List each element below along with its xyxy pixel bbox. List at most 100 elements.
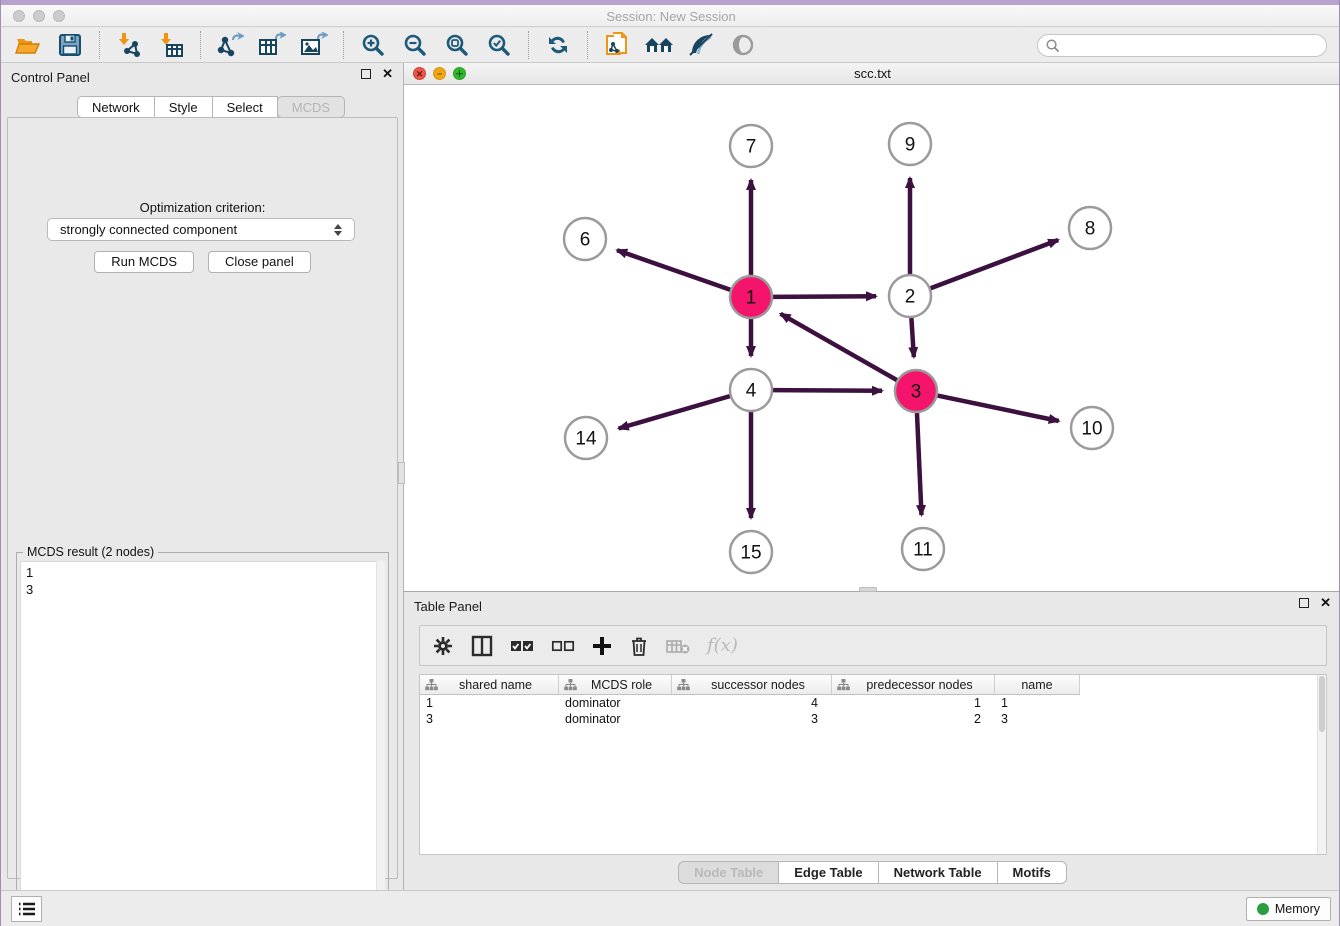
edge-4-3[interactable]: [773, 390, 882, 391]
cell-successor-nodes[interactable]: 4: [672, 695, 832, 711]
close-panel-icon[interactable]: ✕: [382, 69, 393, 79]
graph-node-8[interactable]: 8: [1069, 207, 1111, 249]
cell-name[interactable]: 3: [995, 711, 1080, 727]
mcds-result-group: MCDS result (2 nodes) 1 3: [16, 552, 389, 926]
table-scrollbar[interactable]: [1317, 675, 1326, 854]
deselect-all-icon[interactable]: [551, 638, 575, 654]
table-row[interactable]: 1dominator411: [420, 695, 1326, 711]
graph-node-10[interactable]: 10: [1071, 407, 1113, 449]
cell-predecessor-nodes[interactable]: 1: [832, 695, 995, 711]
edge-2-3[interactable]: [911, 318, 913, 357]
mcds-tab-content: Optimization criterion: strongly connect…: [7, 117, 398, 879]
app-title: Session: New Session: [1, 9, 1340, 24]
cell-shared-name[interactable]: 1: [420, 695, 559, 711]
column-header-name[interactable]: name: [995, 675, 1080, 695]
import-network-button[interactable]: [112, 30, 146, 60]
edge-1-2[interactable]: [773, 296, 876, 297]
graph-node-7[interactable]: 7: [730, 125, 772, 167]
node-table[interactable]: shared nameMCDS rolesuccessor nodesprede…: [419, 674, 1327, 855]
tab-mcds[interactable]: MCDS: [277, 96, 345, 118]
table-header-row: shared nameMCDS rolesuccessor nodesprede…: [420, 675, 1326, 695]
graph-node-15[interactable]: 15: [730, 531, 772, 573]
column-header-shared-name[interactable]: shared name: [420, 675, 559, 695]
run-mcds-button[interactable]: Run MCDS: [94, 251, 194, 273]
columns-icon[interactable]: [471, 635, 493, 657]
save-session-button[interactable]: [53, 30, 87, 60]
clone-network-button[interactable]: [600, 30, 634, 60]
edge-3-10[interactable]: [938, 396, 1059, 421]
network-window-titlebar[interactable]: ✕ − ＋ scc.txt: [404, 63, 1340, 85]
edge-4-14[interactable]: [619, 396, 730, 428]
graph-node-2[interactable]: 2: [889, 275, 931, 317]
graph-node-1[interactable]: 1: [730, 276, 772, 318]
tab-style[interactable]: Style: [155, 96, 213, 118]
zoom-selected-button[interactable]: [482, 30, 516, 60]
cell-name[interactable]: 1: [995, 695, 1080, 711]
graph-node-11[interactable]: 11: [902, 528, 944, 570]
float-panel-icon[interactable]: [361, 69, 371, 79]
search-input[interactable]: [1060, 38, 1319, 52]
svg-text:15: 15: [740, 543, 761, 564]
zoom-fit-button[interactable]: [440, 30, 474, 60]
close-panel-icon[interactable]: ✕: [1320, 598, 1331, 608]
float-panel-icon[interactable]: [1299, 598, 1309, 608]
open-session-button[interactable]: [11, 30, 45, 60]
gear-icon[interactable]: [432, 635, 454, 657]
tab-motifs[interactable]: Motifs: [998, 861, 1067, 884]
zoom-out-button[interactable]: [398, 30, 432, 60]
edge-1-6[interactable]: [617, 250, 730, 290]
network-window-title: scc.txt: [404, 66, 1340, 81]
refresh-button[interactable]: [541, 30, 575, 60]
mcds-result-scrollbar[interactable]: [376, 561, 385, 925]
column-header-MCDS-role[interactable]: MCDS role: [559, 675, 672, 695]
memory-status-icon: [1257, 903, 1269, 915]
graph-node-4[interactable]: 4: [730, 369, 772, 411]
optimization-criterion-dropdown[interactable]: strongly connected component: [47, 218, 355, 241]
tab-select[interactable]: Select: [213, 96, 278, 118]
network-canvas[interactable]: 1 2 3 4 6 7 8 9 10 11 14 15: [404, 85, 1340, 591]
toolbar-separator: [200, 31, 201, 59]
cell-shared-name[interactable]: 3: [420, 711, 559, 727]
memory-button[interactable]: Memory: [1246, 897, 1331, 921]
tab-network-table[interactable]: Network Table: [879, 861, 998, 884]
graph-node-14[interactable]: 14: [565, 417, 607, 459]
toolbar-separator: [528, 31, 529, 59]
search-icon: [1045, 38, 1060, 53]
edge-2-8[interactable]: [931, 240, 1059, 288]
cell-MCDS-role[interactable]: dominator: [559, 711, 672, 727]
app-titlebar[interactable]: Session: New Session: [1, 5, 1340, 27]
zoom-in-button[interactable]: [356, 30, 390, 60]
brush-button[interactable]: [684, 30, 718, 60]
add-column-icon[interactable]: [592, 636, 612, 656]
edge-3-1[interactable]: [781, 314, 897, 380]
mcds-result-textarea[interactable]: 1 3: [20, 561, 385, 925]
delete-table-icon[interactable]: [666, 637, 690, 655]
splitter-handle[interactable]: [398, 462, 405, 484]
tab-edge-table[interactable]: Edge Table: [779, 861, 878, 884]
export-table-button[interactable]: [255, 30, 289, 60]
table-tabs: Node TableEdge TableNetwork TableMotifs: [404, 861, 1340, 884]
table-row[interactable]: 3dominator323: [420, 711, 1326, 727]
graph-node-9[interactable]: 9: [889, 123, 931, 165]
graph-node-3[interactable]: 3: [895, 370, 937, 412]
eye-button[interactable]: [726, 30, 760, 60]
import-table-button[interactable]: [154, 30, 188, 60]
column-header-predecessor-nodes[interactable]: predecessor nodes: [832, 675, 995, 695]
select-all-icon[interactable]: [510, 638, 534, 654]
close-panel-button[interactable]: Close panel: [208, 251, 311, 273]
edge-3-11[interactable]: [917, 413, 922, 515]
export-network-button[interactable]: [213, 30, 247, 60]
graph-node-6[interactable]: 6: [564, 218, 606, 260]
task-history-button[interactable]: [11, 896, 42, 922]
cell-MCDS-role[interactable]: dominator: [559, 695, 672, 711]
cell-successor-nodes[interactable]: 3: [672, 711, 832, 727]
delete-icon[interactable]: [629, 635, 649, 657]
tab-node-table[interactable]: Node Table: [678, 861, 779, 884]
export-image-button[interactable]: [297, 30, 331, 60]
home-button[interactable]: [642, 30, 676, 60]
tab-network[interactable]: Network: [77, 96, 155, 118]
search-field[interactable]: [1037, 34, 1327, 57]
function-builder-icon[interactable]: f(x): [707, 635, 738, 656]
cell-predecessor-nodes[interactable]: 2: [832, 711, 995, 727]
column-header-successor-nodes[interactable]: successor nodes: [672, 675, 832, 695]
